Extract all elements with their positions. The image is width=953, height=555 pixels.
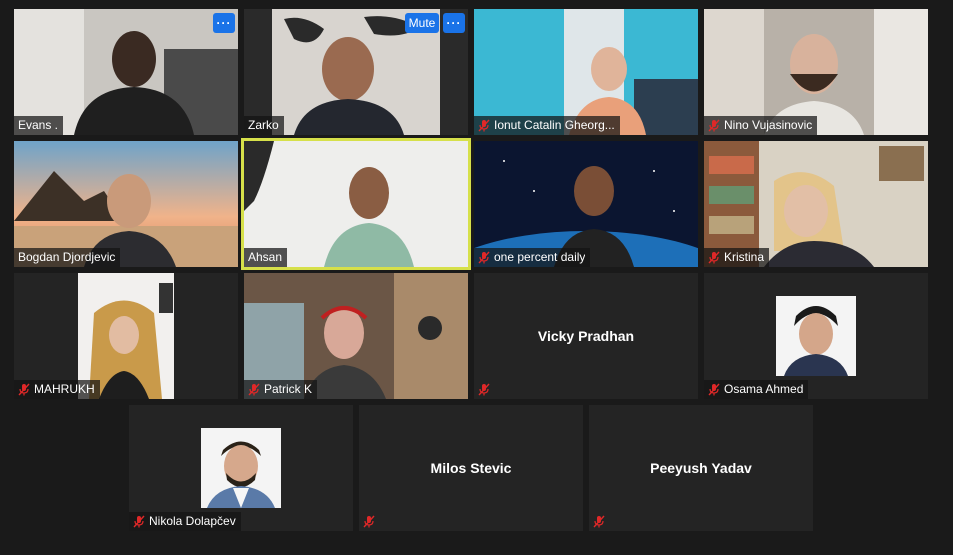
participant-name-tag: Ahsan xyxy=(244,248,288,267)
participant-tile-mahrukh[interactable]: MAHRUKH xyxy=(14,273,238,399)
muted-mic-icon xyxy=(593,515,605,528)
participant-display-name: Milos Stevic xyxy=(430,460,512,476)
muted-mic-icon xyxy=(248,383,260,396)
participant-tile-peeyush-yadav[interactable]: Peeyush Yadav xyxy=(589,405,813,531)
muted-mic-icon xyxy=(18,383,30,396)
participant-name: Kristina xyxy=(724,250,765,264)
participant-name-tag xyxy=(474,380,495,399)
muted-mic-icon xyxy=(708,251,720,264)
participant-tile-nikola-dolapcev[interactable]: Nikola Dolapčev xyxy=(129,405,353,531)
participant-name: Zarko xyxy=(248,118,279,132)
muted-mic-icon xyxy=(363,515,375,528)
muted-mic-icon xyxy=(478,251,490,264)
muted-mic-icon xyxy=(133,515,145,528)
participant-tile-ionut[interactable]: Ionut Catalin Gheorg... xyxy=(474,9,698,135)
participant-tile-osama-ahmed[interactable]: Osama Ahmed xyxy=(704,273,928,399)
participant-name-tag xyxy=(359,512,380,531)
participant-display-name: Vicky Pradhan xyxy=(537,328,635,344)
participant-name-tag xyxy=(589,512,610,531)
participant-tile-nino[interactable]: Nino Vujasinovic xyxy=(704,9,928,135)
muted-mic-icon xyxy=(478,383,490,396)
participant-name-tag: Osama Ahmed xyxy=(704,380,809,399)
participant-name: Ahsan xyxy=(248,250,283,264)
participant-name-tag: one percent daily xyxy=(474,248,591,267)
participant-name-tag: Zarko xyxy=(244,116,284,135)
participant-tile-ahsan[interactable]: Ahsan xyxy=(241,138,471,270)
participant-name: Nino Vujasinovic xyxy=(724,118,813,132)
more-options-button[interactable]: ··· xyxy=(213,13,235,33)
participant-tile-patrick[interactable]: Patrick K xyxy=(244,273,468,399)
participant-name: Osama Ahmed xyxy=(724,382,804,396)
profile-photo xyxy=(201,428,281,508)
muted-mic-icon xyxy=(708,383,720,396)
participant-name-tag: Kristina xyxy=(704,248,770,267)
participant-name: Evans . xyxy=(18,118,59,132)
participant-tile-evans[interactable]: ··· Evans . xyxy=(14,9,238,135)
participant-name: Ionut Catalin Gheorg... xyxy=(494,118,615,132)
participant-tile-zarko[interactable]: Mute ··· Zarko xyxy=(244,9,468,135)
participant-name-tag: Ionut Catalin Gheorg... xyxy=(474,116,620,135)
participant-tile-kristina[interactable]: Kristina xyxy=(704,141,928,267)
participant-tile-one-percent-daily[interactable]: one percent daily xyxy=(474,141,698,267)
participant-tile-vicky-pradhan[interactable]: Vicky Pradhan xyxy=(474,273,698,399)
participant-display-name: Peeyush Yadav xyxy=(650,460,752,476)
participant-name-tag: MAHRUKH xyxy=(14,380,100,399)
participant-name-tag: Bogdan Djordjevic xyxy=(14,248,121,267)
participant-name: MAHRUKH xyxy=(34,382,95,396)
muted-mic-icon xyxy=(708,119,720,132)
participant-name-tag: Patrick K xyxy=(244,380,318,399)
participant-name: Nikola Dolapčev xyxy=(149,514,236,528)
muted-mic-icon xyxy=(478,119,490,132)
profile-photo xyxy=(776,296,856,376)
participant-name: Patrick K xyxy=(264,382,313,396)
participant-name-tag: Nino Vujasinovic xyxy=(704,116,818,135)
participant-name-tag: Nikola Dolapčev xyxy=(129,512,241,531)
participant-tile-milos-stevic[interactable]: Milos Stevic xyxy=(359,405,583,531)
participant-name-tag: Evans . xyxy=(14,116,64,135)
mute-button[interactable]: Mute xyxy=(405,13,439,33)
participant-tile-bogdan[interactable]: Bogdan Djordjevic xyxy=(14,141,238,267)
participant-name: one percent daily xyxy=(494,250,586,264)
participant-name: Bogdan Djordjevic xyxy=(18,250,116,264)
more-options-button[interactable]: ··· xyxy=(443,13,465,33)
